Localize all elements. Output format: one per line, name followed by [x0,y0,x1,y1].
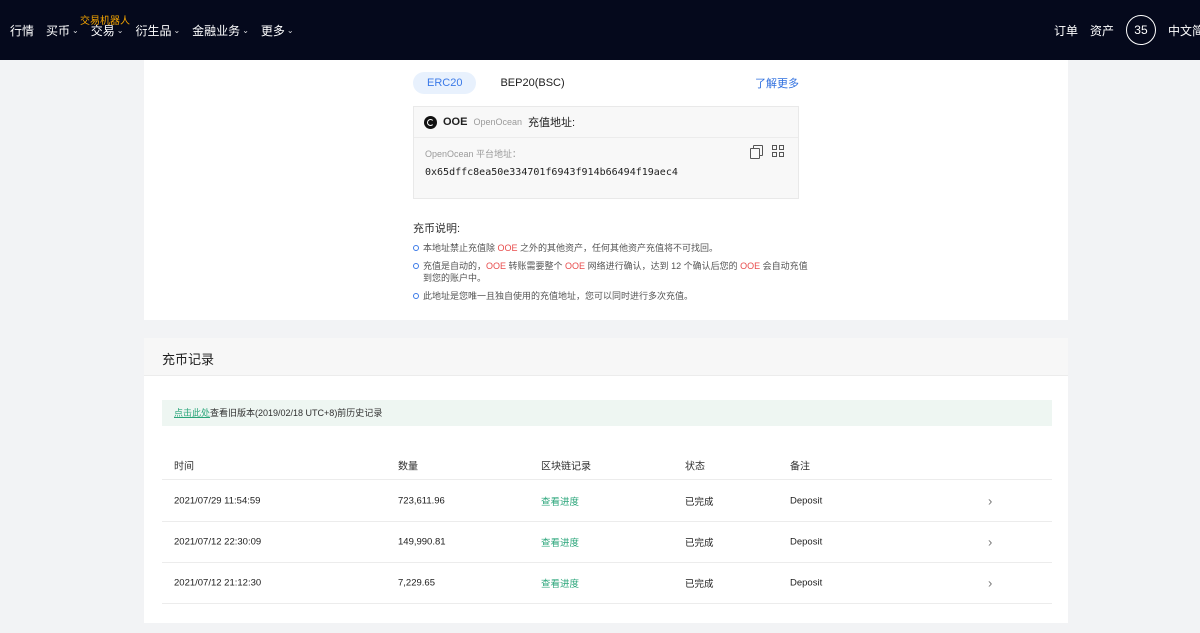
view-progress-link[interactable]: 查看进度 [541,535,579,549]
table-row[interactable]: 2021/07/29 11:54:59 723,611.96 查看进度 已完成 … [162,481,1052,522]
chevron-down-icon: ⌄ [173,25,181,35]
row-status: 已完成 [685,579,714,590]
tab-erc20[interactable]: ERC20 [413,72,477,94]
openocean-coin-icon [424,115,437,129]
col-amount: 数量 [398,461,418,472]
history-link[interactable]: 点击此处 [174,408,210,418]
chevron-right-icon[interactable]: › [988,576,992,591]
avatar[interactable]: 35 [1125,15,1156,45]
col-chain: 区块链记录 [541,461,591,472]
records-header: 充币记录 [144,338,1068,376]
chevron-down-icon: ⌄ [242,25,249,35]
history-banner: 点击此处查看旧版本(2019/02/18 UTC+8)前历史记录 [162,400,1052,426]
address-title: 充值地址: [528,117,576,129]
row-status: 已完成 [685,538,714,549]
table-header: 时间 数量 区块链记录 状态 备注 [162,450,1052,480]
chevron-down-icon: ⌄ [286,25,294,35]
address-actions [750,145,784,159]
network-tabs: ERC20 BEP20(BSC) [413,72,579,94]
row-amount: 149,990.81 [398,536,446,548]
row-note: Deposit [790,577,823,589]
chevron-down-icon: ⌄ [72,25,79,35]
deposit-notes: 充币说明: 本地址禁止充值除 OOE 之外的其他资产，任何其他资产充值将不可找回… [413,220,813,308]
row-note: Deposit [790,495,823,507]
notes-title: 充币说明: [413,223,461,235]
nav-item-derivatives[interactable]: 衍生品 ⌄ [135,22,180,39]
nav-item-more[interactable]: 更多 ⌄ [261,22,294,39]
trading-bot-badge[interactable]: 交易机器人 [80,12,130,27]
table-row[interactable]: 2021/07/12 21:12:30 7,229.65 查看进度 已完成 De… [162,563,1052,604]
view-progress-link[interactable]: 查看进度 [541,494,579,508]
deposit-records-card: 充币记录 点击此处查看旧版本(2019/02/18 UTC+8)前历史记录 时间… [144,338,1068,623]
table-row[interactable]: 2021/07/12 22:30:09 149,990.81 查看进度 已完成 … [162,522,1052,563]
nav-item-buy[interactable]: 买币 ⌄ [46,22,79,39]
top-nav: 行情 买币 ⌄ 交易 ⌄ 衍生品 ⌄ 金融业务 ⌄ 更多 ⌄ 交易机器人 订单 资产 35… [0,0,1200,60]
language-selector[interactable]: 中文简体 [1168,22,1200,39]
note-item: 充值是自动的，OOE 转账需要整个 OOE 网络进行确认，达到 12 个确认后您… [413,260,813,284]
address-header: OOE OpenOcean 充值地址: [414,107,798,138]
tab-bep20[interactable]: BEP20(BSC) [486,72,578,94]
chevron-right-icon[interactable]: › [988,535,992,550]
address-label: OpenOcean 平台地址： [425,149,522,159]
note-item: 本地址禁止充值除 OOE 之外的其他资产，任何其他资产充值将不可找回。 [413,242,813,254]
nav-menu: 行情 买币 ⌄ 交易 ⌄ 衍生品 ⌄ 金融业务 ⌄ 更多 ⌄ [10,0,294,60]
nav-right: 订单 资产 35 中文简体 [1054,0,1200,60]
row-note: Deposit [790,536,823,548]
row-amount: 7,229.65 [398,577,435,589]
row-time: 2021/07/29 11:54:59 [174,495,261,507]
learn-more-link[interactable]: 了解更多 [755,75,799,91]
deposit-card: ERC20 BEP20(BSC) 了解更多 OOE OpenOcean 充值地址… [144,60,1068,320]
row-time: 2021/07/12 22:30:09 [174,536,262,548]
chevron-right-icon[interactable]: › [988,494,992,509]
coin-symbol: OOE [443,116,468,128]
address-box: OOE OpenOcean 充值地址: OpenOcean 平台地址： 0x65… [413,106,799,199]
nav-orders[interactable]: 订单 [1054,22,1078,39]
col-time: 时间 [174,461,194,472]
qr-code-icon[interactable] [772,145,784,157]
deposit-address[interactable]: 0x65dffc8ea50e334701f6943f914b66494f19ae… [425,167,678,178]
row-status: 已完成 [685,497,714,508]
row-amount: 723,611.96 [398,495,445,507]
coin-name: OpenOcean [473,117,522,127]
records-title: 充币记录 [162,352,215,367]
col-status: 状态 [685,461,705,472]
row-time: 2021/07/12 21:12:30 [174,577,262,589]
nav-item-finance[interactable]: 金融业务 ⌄ [192,22,249,39]
view-progress-link[interactable]: 查看进度 [541,576,579,590]
note-item: 此地址是您唯一且独自使用的充值地址，您可以同时进行多次充值。 [413,290,813,302]
nav-item-market[interactable]: 行情 [10,22,34,39]
copy-icon[interactable] [750,145,763,159]
col-note: 备注 [790,461,810,472]
nav-assets[interactable]: 资产 [1090,22,1114,39]
